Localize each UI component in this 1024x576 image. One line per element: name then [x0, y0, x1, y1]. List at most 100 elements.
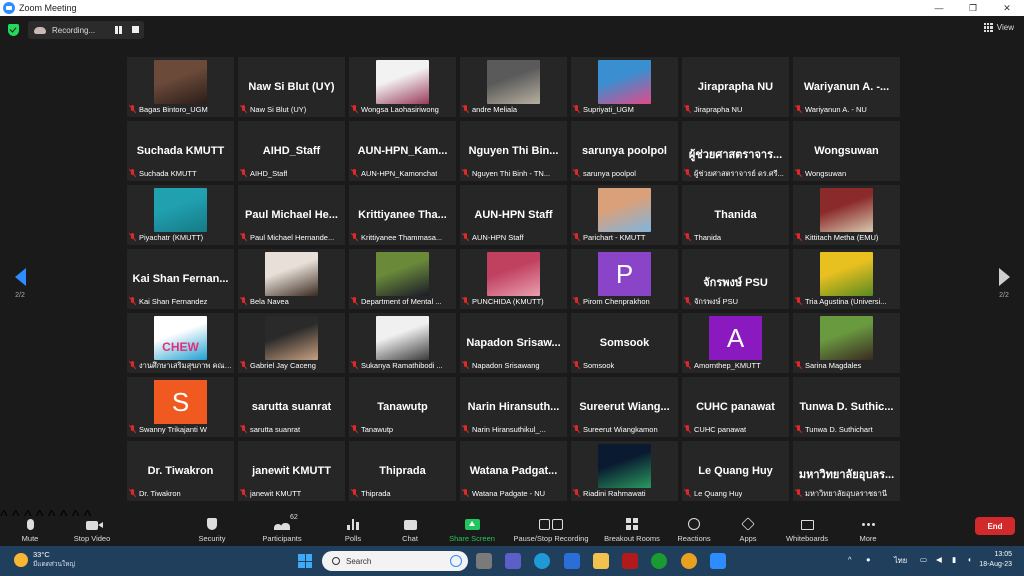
participant-tile[interactable]: Naw Si Blut (UY) Naw Si Blut (UY): [238, 57, 345, 117]
participant-tile[interactable]: Sukanya Ramathibodi ...: [349, 313, 456, 373]
participant-tile[interactable]: S Swanny Trikajanti W: [127, 377, 234, 437]
security-button[interactable]: Security: [182, 512, 242, 543]
participant-tile[interactable]: sarutta suanrat sarutta suanrat: [238, 377, 345, 437]
participant-tile[interactable]: Supriyati_UGM: [571, 57, 678, 117]
participant-tile[interactable]: มหาวิทยาลัยอุบลร... มหาวิทยาลัยอุบลราชธาน…: [793, 441, 900, 501]
teams-chat-icon[interactable]: [505, 553, 521, 569]
participant-tile[interactable]: Kai Shan Fernan... Kai Shan Fernandez: [127, 249, 234, 309]
participant-tile[interactable]: A Amornthep_KMUTT: [682, 313, 789, 373]
participant-tile[interactable]: AIHD_Staff AIHD_Staff: [238, 121, 345, 181]
participant-tile[interactable]: P Pirom Chenprakhon: [571, 249, 678, 309]
participant-tile[interactable]: AUN-HPN Staff AUN-HPN Staff: [460, 185, 567, 245]
edge-browser-icon[interactable]: [534, 553, 550, 569]
more-button[interactable]: More: [838, 512, 898, 543]
volume-icon[interactable]: ◀: [936, 555, 942, 564]
pause-recording-icon[interactable]: [114, 26, 122, 34]
zoom-taskbar-icon[interactable]: [710, 553, 726, 569]
participant-tile[interactable]: Napadon Srisaw... Napadon Srisawang: [460, 313, 567, 373]
pause-stop-recording-button[interactable]: Pause/Stop Recording: [513, 512, 589, 543]
windows-start-icon[interactable]: [298, 554, 312, 568]
weather-widget[interactable]: 33°C มีแดดส่วนใหญ่: [14, 550, 75, 569]
participant-tile[interactable]: Tanawutp Tanawutp: [349, 377, 456, 437]
language-indicator[interactable]: ไทย: [894, 555, 907, 567]
mute-button[interactable]: Mute: [0, 512, 60, 543]
participant-tile[interactable]: Piyachatr (KMUTT): [127, 185, 234, 245]
participant-tile[interactable]: Nguyen Thi Bin... Nguyen Thi Binh - TN...: [460, 121, 567, 181]
chrome-icon[interactable]: [681, 553, 697, 569]
breakout-rooms-button[interactable]: Breakout Rooms: [602, 512, 662, 543]
minimize-button[interactable]: —: [922, 0, 956, 16]
whiteboards-button[interactable]: Whiteboards: [777, 512, 837, 543]
taskbar-clock[interactable]: 13:05 18-Aug-23: [979, 550, 1012, 570]
muted-mic-icon: [240, 489, 247, 498]
participant-tile[interactable]: Narin Hiransuth... Narin Hiransuthikul_..…: [460, 377, 567, 437]
participant-tile[interactable]: Tunwa D. Suthic... Tunwa D. Suthichart: [793, 377, 900, 437]
participant-tile[interactable]: CUHC panawat CUHC panawat: [682, 377, 789, 437]
participant-tile[interactable]: Bagas Bintoro_UGM: [127, 57, 234, 117]
participant-tile[interactable]: AUN-HPN_Kam... AUN-HPN_Kamonchat: [349, 121, 456, 181]
participant-tile[interactable]: Riadini Rahmawati: [571, 441, 678, 501]
participant-tile[interactable]: sarunya poolpol sarunya poolpol: [571, 121, 678, 181]
previous-page-button[interactable]: 2/2: [10, 268, 30, 299]
participant-tile[interactable]: Watana Padgat... Watana Padgate - NU: [460, 441, 567, 501]
participant-name: Napadon Srisawang: [472, 361, 540, 370]
close-button[interactable]: ✕: [990, 0, 1024, 16]
stop-recording-icon[interactable]: [132, 26, 139, 33]
participant-tile[interactable]: Suchada KMUTT Suchada KMUTT: [127, 121, 234, 181]
participant-tile[interactable]: Somsook Somsook: [571, 313, 678, 373]
xbox-icon[interactable]: [651, 553, 667, 569]
show-hidden-icons-chevron-icon[interactable]: ^: [848, 555, 852, 564]
task-view-icon[interactable]: [476, 553, 492, 569]
participant-tile[interactable]: Department of Mental ...: [349, 249, 456, 309]
taskbar-search-box[interactable]: Search: [322, 551, 468, 571]
chat-button[interactable]: Chat: [380, 512, 440, 543]
participant-tile[interactable]: จักรพงษ์ PSU จักรพงษ์ PSU: [682, 249, 789, 309]
participant-tile[interactable]: Thiprada Thiprada: [349, 441, 456, 501]
participant-tile[interactable]: Thanida Thanida: [682, 185, 789, 245]
participant-tile[interactable]: Sureerut Wiang... Sureerut Wiangkamon: [571, 377, 678, 437]
apps-button[interactable]: Apps: [718, 512, 778, 543]
bing-icon[interactable]: [450, 555, 462, 567]
participant-tile[interactable]: Paul Michael He... Paul Michael Hernande.…: [238, 185, 345, 245]
participant-tile[interactable]: Parichart - KMUTT: [571, 185, 678, 245]
next-page-button[interactable]: 2/2: [994, 268, 1014, 299]
participant-tile[interactable]: Tria Agustina (Universi...: [793, 249, 900, 309]
end-meeting-button[interactable]: End: [975, 517, 1015, 535]
file-explorer-icon[interactable]: [593, 553, 609, 569]
participant-tile[interactable]: Wongsuwan Wongsuwan: [793, 121, 900, 181]
microphone-tray-icon[interactable]: ●: [866, 555, 871, 564]
participants-button[interactable]: 62 Participants: [252, 512, 312, 543]
participant-display-name: Le Quang Huy: [698, 465, 773, 477]
muted-mic-icon: [129, 105, 136, 114]
participant-tile[interactable]: Dr. Tiwakron Dr. Tiwakron: [127, 441, 234, 501]
participant-tile[interactable]: ผู้ช่วยศาสตราจาร... ผู้ช่วยศาสตราจารย์ ดร…: [682, 121, 789, 181]
reactions-button[interactable]: Reactions: [664, 512, 724, 543]
participant-tile[interactable]: Le Quang Huy Le Quang Huy: [682, 441, 789, 501]
network-icon[interactable]: ▭: [920, 555, 927, 564]
polls-button[interactable]: Polls: [323, 512, 383, 543]
participant-tile[interactable]: Bela Navea: [238, 249, 345, 309]
share-screen-button[interactable]: Share Screen: [442, 512, 502, 543]
participant-tile[interactable]: Sarina Magdales: [793, 313, 900, 373]
encryption-shield-icon[interactable]: [8, 24, 19, 36]
app-red-icon[interactable]: [622, 553, 638, 569]
participant-name-bar: sarutta suanrat: [240, 424, 343, 435]
participant-tile[interactable]: Krittiyanee Tha... Krittiyanee Thammasa..…: [349, 185, 456, 245]
view-button[interactable]: View: [983, 23, 1014, 32]
participant-tile[interactable]: Wongsa Laohasiriwong: [349, 57, 456, 117]
participant-tile[interactable]: PUNCHIDA (KMUTT): [460, 249, 567, 309]
participant-tile[interactable]: CHEW งานศึกษาเสริมสุขภาพ คณะ...: [127, 313, 234, 373]
battery-icon[interactable]: ▮: [952, 555, 956, 564]
store-icon[interactable]: [564, 553, 580, 569]
participant-tile[interactable]: Kittitach Metha (EMU): [793, 185, 900, 245]
stop-video-button[interactable]: Stop Video: [62, 512, 122, 543]
participant-tile[interactable]: andre Meliala: [460, 57, 567, 117]
notification-icon[interactable]: ◐: [968, 555, 973, 564]
participant-tile[interactable]: Gabriel Jay Caceng: [238, 313, 345, 373]
participants-icon: [274, 520, 290, 530]
participant-tile[interactable]: Jiraprapha NU Jiraprapha NU: [682, 57, 789, 117]
participant-tile[interactable]: Wariyanun A. -... Wariyanun A. - NU: [793, 57, 900, 117]
maximize-button[interactable]: ❐: [956, 0, 990, 16]
muted-mic-icon: [129, 233, 136, 242]
participant-tile[interactable]: janewit KMUTT janewit KMUTT: [238, 441, 345, 501]
